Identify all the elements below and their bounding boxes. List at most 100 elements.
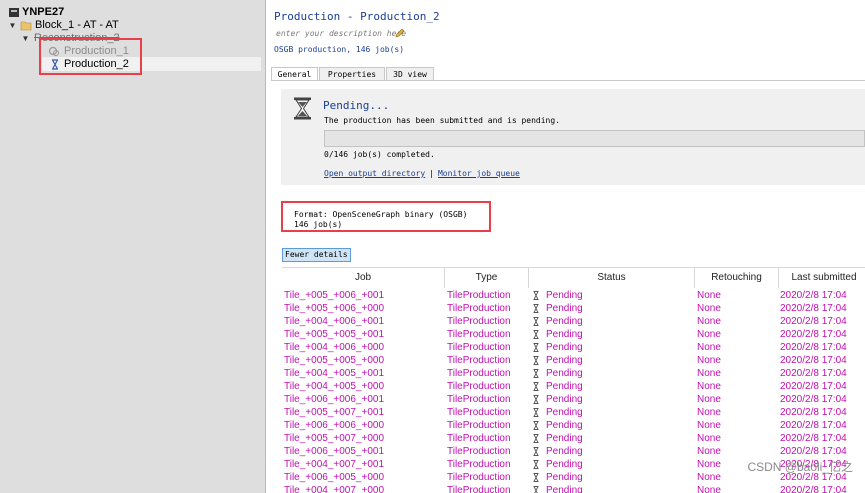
cell-retouching: None — [697, 303, 721, 314]
fewer-details-button[interactable]: Fewer details — [282, 248, 351, 262]
column-header-type[interactable]: Type — [445, 268, 529, 288]
jobs-count-text: 146 job(s) — [294, 220, 343, 229]
tab-properties[interactable]: Properties — [319, 67, 385, 81]
hourglass-icon — [533, 447, 539, 456]
cell-retouching: None — [697, 407, 721, 418]
cell-retouching: None — [697, 355, 721, 366]
project-tree: YNPE27 ▼ Block_1 - AT - AT ▼ Reconstruct… — [0, 0, 266, 493]
table-row[interactable]: Tile_+005_+006_+000 TileProduction Pending… — [282, 302, 865, 315]
hourglass-icon — [533, 343, 539, 352]
cell-job: Tile_+004_+006_+000 — [284, 342, 384, 353]
cell-status: Pending — [546, 368, 583, 379]
table-row[interactable]: Tile_+005_+006_+001 TileProduction Pending… — [282, 289, 865, 302]
table-row[interactable]: Tile_+004_+007_+000 TileProduction Pending… — [282, 484, 865, 493]
table-row[interactable]: Tile_+006_+005_+001 TileProduction Pending… — [282, 445, 865, 458]
table-row[interactable]: Tile_+006_+006_+000 TileProduction Pending… — [282, 419, 865, 432]
cell-status: Pending — [546, 381, 583, 392]
cell-type: TileProduction — [447, 368, 511, 379]
column-header-job[interactable]: Job — [282, 268, 445, 288]
cell-last-submitted: 2020/2/8 17:04 — [780, 303, 847, 314]
open-output-directory-link[interactable]: Open output directory — [324, 169, 425, 178]
table-row[interactable]: Tile_+004_+005_+000 TileProduction Pending… — [282, 380, 865, 393]
cell-last-submitted: 2020/2/8 17:04 — [780, 316, 847, 327]
cell-type: TileProduction — [447, 407, 511, 418]
cell-retouching: None — [697, 446, 721, 457]
cell-last-submitted: 2020/2/8 17:04 — [780, 329, 847, 340]
cell-type: TileProduction — [447, 290, 511, 301]
table-row[interactable]: Tile_+005_+007_+000 TileProduction Pending… — [282, 432, 865, 445]
project-icon — [9, 8, 19, 17]
table-row[interactable]: Tile_+005_+005_+001 TileProduction Pending… — [282, 328, 865, 341]
edit-pencil-icon[interactable] — [395, 28, 405, 38]
column-header-status[interactable]: Status — [529, 268, 695, 288]
table-row[interactable]: Tile_+006_+006_+001 TileProduction Pending… — [282, 393, 865, 406]
cell-last-submitted: 2020/2/8 17:04 — [780, 368, 847, 379]
cell-status: Pending — [546, 290, 583, 301]
cell-job: Tile_+005_+006_+000 — [284, 303, 384, 314]
cell-last-submitted: 2020/2/8 17:04 — [780, 394, 847, 405]
cell-retouching: None — [697, 342, 721, 353]
tree-item-project[interactable]: YNPE27 — [0, 6, 260, 19]
cell-type: TileProduction — [447, 446, 511, 457]
hourglass-icon — [533, 460, 539, 469]
tree-item-project-label: YNPE27 — [22, 6, 65, 18]
table-row[interactable]: Tile_+004_+006_+001 TileProduction Pending… — [282, 315, 865, 328]
progress-bar — [324, 130, 865, 147]
cell-last-submitted: 2020/2/8 17:04 — [780, 433, 847, 444]
cell-status: Pending — [546, 342, 583, 353]
hourglass-icon — [533, 486, 539, 493]
cell-job: Tile_+006_+005_+000 — [284, 472, 384, 483]
cell-job: Tile_+004_+006_+001 — [284, 316, 384, 327]
cell-status: Pending — [546, 433, 583, 444]
format-text: Format: OpenSceneGraph binary (OSGB) — [294, 210, 468, 219]
cell-job: Tile_+005_+007_+001 — [284, 407, 384, 418]
format-highlight-box: Format: OpenSceneGraph binary (OSGB) 146… — [281, 201, 491, 232]
table-row[interactable]: Tile_+005_+005_+000 TileProduction Pending… — [282, 354, 865, 367]
link-separator: | — [429, 169, 434, 178]
cell-job: Tile_+005_+005_+000 — [284, 355, 384, 366]
cell-type: TileProduction — [447, 342, 511, 353]
column-header-retouching[interactable]: Retouching — [695, 268, 779, 288]
table-row[interactable]: Tile_+005_+007_+001 TileProduction Pending… — [282, 406, 865, 419]
cell-job: Tile_+005_+007_+000 — [284, 433, 384, 444]
description-field[interactable]: enter your description here — [276, 29, 406, 38]
folder-icon — [20, 21, 32, 31]
cell-type: TileProduction — [447, 303, 511, 314]
cell-type: TileProduction — [447, 394, 511, 405]
hourglass-icon — [533, 304, 539, 313]
cell-status: Pending — [546, 485, 583, 493]
hourglass-icon — [533, 408, 539, 417]
hourglass-icon — [533, 434, 539, 443]
tab-divider — [271, 80, 865, 81]
monitor-job-queue-link[interactable]: Monitor job queue — [438, 169, 520, 178]
status-text: The production has been submitted and is… — [324, 116, 561, 125]
cell-retouching: None — [697, 290, 721, 301]
cell-retouching: None — [697, 381, 721, 392]
cell-type: TileProduction — [447, 381, 511, 392]
tab-3d-view[interactable]: 3D view — [386, 67, 434, 81]
cell-retouching: None — [697, 394, 721, 405]
tree-item-block[interactable]: ▼ Block_1 - AT - AT — [0, 19, 260, 32]
cell-last-submitted: 2020/2/8 17:04 — [780, 381, 847, 392]
expand-chevron-icon[interactable]: ▼ — [21, 32, 30, 45]
column-header-last-submitted[interactable]: Last submitted — [779, 268, 865, 288]
expand-chevron-icon[interactable]: ▼ — [8, 19, 17, 32]
table-row[interactable]: Tile_+004_+006_+000 TileProduction Pending… — [282, 341, 865, 354]
hourglass-icon — [533, 317, 539, 326]
cell-last-submitted: 2020/2/8 17:04 — [780, 420, 847, 431]
cell-last-submitted: 2020/2/8 17:04 — [780, 407, 847, 418]
status-links: Open output directory | Monitor job queue — [324, 169, 520, 178]
hourglass-icon — [533, 421, 539, 430]
table-row[interactable]: Tile_+004_+005_+001 TileProduction Pending… — [282, 367, 865, 380]
tab-general[interactable]: General — [271, 67, 318, 81]
status-title: Pending... — [323, 99, 390, 112]
cell-type: TileProduction — [447, 329, 511, 340]
cell-retouching: None — [697, 316, 721, 327]
cell-retouching: None — [697, 472, 721, 483]
cell-status: Pending — [546, 407, 583, 418]
cell-status: Pending — [546, 446, 583, 457]
hourglass-icon — [533, 473, 539, 482]
cell-job: Tile_+006_+006_+001 — [284, 394, 384, 405]
cell-retouching: None — [697, 329, 721, 340]
hourglass-icon — [533, 382, 539, 391]
